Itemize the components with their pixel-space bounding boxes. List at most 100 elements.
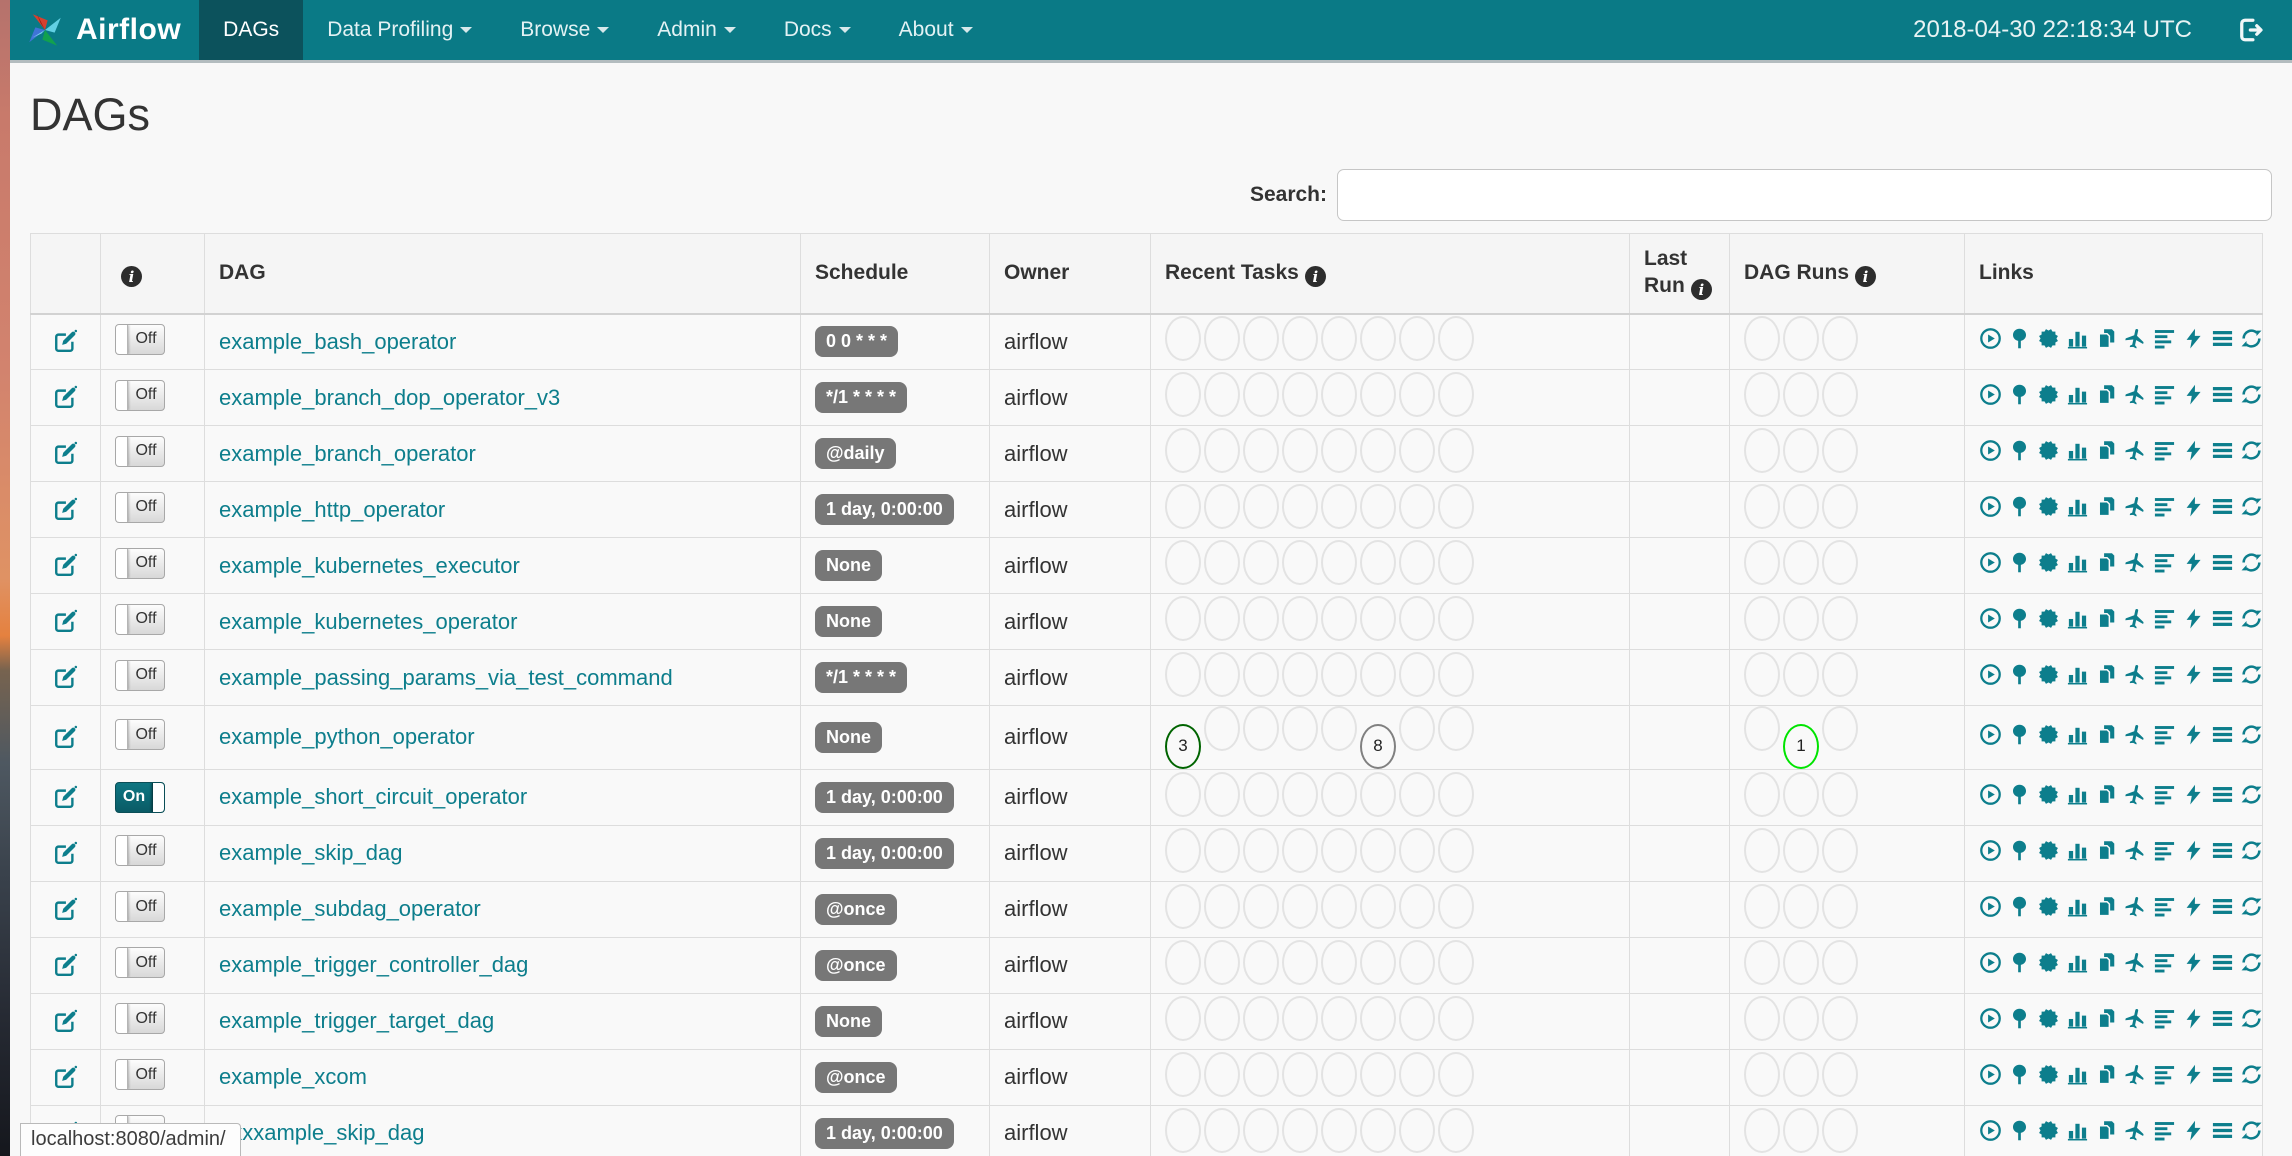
- refresh-icon[interactable]: [2240, 1063, 2263, 1086]
- task-tries-icon[interactable]: [2095, 663, 2118, 686]
- landing-times-icon[interactable]: [2124, 1119, 2147, 1142]
- code-icon[interactable]: [2182, 551, 2205, 574]
- dag-pause-toggle[interactable]: Off: [115, 891, 165, 922]
- trigger-dag-icon[interactable]: [1979, 383, 2002, 406]
- gantt-icon[interactable]: [2153, 723, 2176, 746]
- dag-pause-toggle[interactable]: Off: [115, 491, 165, 523]
- task-duration-icon[interactable]: [2066, 783, 2089, 806]
- col-header-dag[interactable]: DAG: [204, 233, 801, 315]
- trigger-dag-icon[interactable]: [1979, 551, 2002, 574]
- code-icon[interactable]: [2182, 951, 2205, 974]
- nav-item-dags[interactable]: DAGs: [199, 0, 304, 60]
- tree-view-icon[interactable]: [2008, 439, 2031, 462]
- refresh-icon[interactable]: [2240, 327, 2263, 350]
- graph-view-icon[interactable]: [2037, 663, 2060, 686]
- dag-pause-toggle[interactable]: Off: [115, 379, 165, 411]
- dag-link[interactable]: example_kubernetes_operator: [219, 609, 517, 634]
- graph-view-icon[interactable]: [2037, 439, 2060, 462]
- logs-icon[interactable]: [2211, 439, 2234, 462]
- graph-view-icon[interactable]: [2037, 839, 2060, 862]
- dag-link[interactable]: example_trigger_target_dag: [219, 1008, 494, 1033]
- task-duration-icon[interactable]: [2066, 439, 2089, 462]
- tree-view-icon[interactable]: [2008, 895, 2031, 918]
- refresh-icon[interactable]: [2240, 839, 2263, 862]
- refresh-icon[interactable]: [2240, 607, 2263, 630]
- logs-icon[interactable]: [2211, 783, 2234, 806]
- landing-times-icon[interactable]: [2124, 663, 2147, 686]
- dag-pause-toggle[interactable]: Off: [115, 719, 165, 751]
- landing-times-icon[interactable]: [2124, 607, 2147, 630]
- graph-view-icon[interactable]: [2037, 495, 2060, 518]
- graph-view-icon[interactable]: [2037, 895, 2060, 918]
- edit-dag-icon[interactable]: [53, 385, 78, 410]
- tree-view-icon[interactable]: [2008, 783, 2031, 806]
- code-icon[interactable]: [2182, 783, 2205, 806]
- trigger-dag-icon[interactable]: [1979, 1119, 2002, 1142]
- gantt-icon[interactable]: [2153, 495, 2176, 518]
- trigger-dag-icon[interactable]: [1979, 783, 2002, 806]
- dag-run-circle-running[interactable]: 1: [1783, 723, 1819, 769]
- logs-icon[interactable]: [2211, 663, 2234, 686]
- edit-dag-icon[interactable]: [53, 441, 78, 466]
- graph-view-icon[interactable]: [2037, 607, 2060, 630]
- landing-times-icon[interactable]: [2124, 383, 2147, 406]
- task-duration-icon[interactable]: [2066, 383, 2089, 406]
- gantt-icon[interactable]: [2153, 439, 2176, 462]
- gantt-icon[interactable]: [2153, 1119, 2176, 1142]
- tree-view-icon[interactable]: [2008, 663, 2031, 686]
- edit-dag-icon[interactable]: [53, 665, 78, 690]
- code-icon[interactable]: [2182, 895, 2205, 918]
- dag-pause-toggle[interactable]: Off: [115, 1059, 165, 1090]
- task-duration-icon[interactable]: [2066, 1007, 2089, 1030]
- logs-icon[interactable]: [2211, 327, 2234, 350]
- tree-view-icon[interactable]: [2008, 383, 2031, 406]
- tree-view-icon[interactable]: [2008, 607, 2031, 630]
- dag-pause-toggle[interactable]: Off: [115, 323, 165, 355]
- edit-dag-icon[interactable]: [53, 609, 78, 634]
- task-duration-icon[interactable]: [2066, 895, 2089, 918]
- task-duration-icon[interactable]: [2066, 551, 2089, 574]
- logs-icon[interactable]: [2211, 723, 2234, 746]
- task-duration-icon[interactable]: [2066, 1119, 2089, 1142]
- graph-view-icon[interactable]: [2037, 1063, 2060, 1086]
- tree-view-icon[interactable]: [2008, 1007, 2031, 1030]
- refresh-icon[interactable]: [2240, 783, 2263, 806]
- gantt-icon[interactable]: [2153, 327, 2176, 350]
- refresh-icon[interactable]: [2240, 439, 2263, 462]
- task-tries-icon[interactable]: [2095, 1063, 2118, 1086]
- landing-times-icon[interactable]: [2124, 327, 2147, 350]
- landing-times-icon[interactable]: [2124, 723, 2147, 746]
- task-duration-icon[interactable]: [2066, 951, 2089, 974]
- trigger-dag-icon[interactable]: [1979, 1007, 2002, 1030]
- code-icon[interactable]: [2182, 663, 2205, 686]
- code-icon[interactable]: [2182, 1119, 2205, 1142]
- logs-icon[interactable]: [2211, 551, 2234, 574]
- gantt-icon[interactable]: [2153, 607, 2176, 630]
- edit-dag-icon[interactable]: [53, 553, 78, 578]
- graph-view-icon[interactable]: [2037, 383, 2060, 406]
- logs-icon[interactable]: [2211, 607, 2234, 630]
- task-tries-icon[interactable]: [2095, 783, 2118, 806]
- tree-view-icon[interactable]: [2008, 1119, 2031, 1142]
- tree-view-icon[interactable]: [2008, 839, 2031, 862]
- nav-item-docs[interactable]: Docs: [760, 0, 875, 60]
- logs-icon[interactable]: [2211, 839, 2234, 862]
- landing-times-icon[interactable]: [2124, 839, 2147, 862]
- refresh-icon[interactable]: [2240, 895, 2263, 918]
- trigger-dag-icon[interactable]: [1979, 951, 2002, 974]
- dag-link[interactable]: example_short_circuit_operator: [219, 784, 527, 809]
- landing-times-icon[interactable]: [2124, 951, 2147, 974]
- gantt-icon[interactable]: [2153, 1063, 2176, 1086]
- code-icon[interactable]: [2182, 327, 2205, 350]
- edit-dag-icon[interactable]: [53, 329, 78, 354]
- edit-dag-icon[interactable]: [53, 785, 78, 810]
- refresh-icon[interactable]: [2240, 1119, 2263, 1142]
- gantt-icon[interactable]: [2153, 663, 2176, 686]
- task-tries-icon[interactable]: [2095, 951, 2118, 974]
- dag-link[interactable]: example_branch_operator: [219, 441, 476, 466]
- logs-icon[interactable]: [2211, 1119, 2234, 1142]
- trigger-dag-icon[interactable]: [1979, 723, 2002, 746]
- refresh-icon[interactable]: [2240, 663, 2263, 686]
- refresh-icon[interactable]: [2240, 551, 2263, 574]
- task-tries-icon[interactable]: [2095, 495, 2118, 518]
